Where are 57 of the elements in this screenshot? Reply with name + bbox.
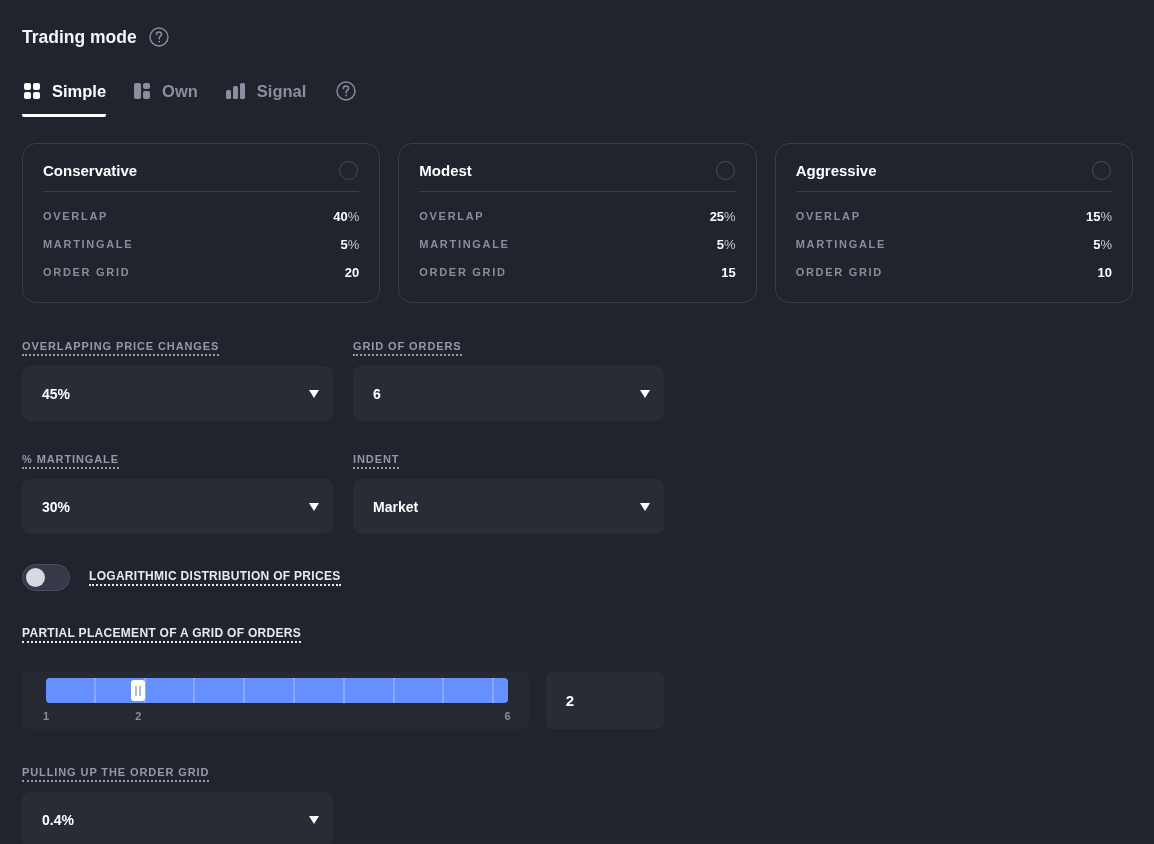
- field-label: % MARTINGALE: [22, 452, 119, 469]
- section-title: Trading mode: [22, 26, 137, 48]
- tab[interactable]: Signal: [223, 79, 307, 117]
- stat-label: MARTINGALE: [43, 238, 134, 250]
- stat-value: 10: [1097, 264, 1112, 280]
- caret-icon: [309, 815, 319, 824]
- caret-icon: [640, 389, 650, 398]
- layout-icon: [134, 83, 151, 99]
- preset-card[interactable]: Aggressive OVERLAP 15% MARTINGALE 5% ORDER GRID 10: [774, 143, 1133, 303]
- stat-label: ORDER GRID: [795, 266, 883, 278]
- preset-card[interactable]: Conservative OVERLAP 40% MARTINGALE 5% ORDER GRID 20: [22, 143, 381, 303]
- toggle-label: LOGARITHMIC DISTRIBUTION OF PRICES: [89, 569, 341, 586]
- tab[interactable]: Simple: [22, 79, 107, 117]
- stat-label: ORDER GRID: [43, 266, 131, 278]
- stat-value: 5%: [1093, 236, 1112, 252]
- stat-value: 5%: [716, 236, 736, 252]
- preset-title: Aggressive: [795, 161, 877, 179]
- preset-title: Modest: [419, 161, 472, 179]
- stat-value: 25%: [709, 208, 736, 224]
- preset-card[interactable]: Modest OVERLAP 25% MARTINGALE 5% ORDER GRID 15: [398, 143, 757, 303]
- stat-value: 5%: [340, 236, 360, 252]
- caret-icon: [309, 502, 319, 511]
- stat-label: MARTINGALE: [419, 238, 510, 250]
- help-icon[interactable]: [336, 81, 357, 101]
- dropdown[interactable]: Market: [353, 479, 664, 534]
- stat-label: OVERLAP: [419, 210, 485, 222]
- stat-label: MARTINGALE: [795, 238, 886, 250]
- stat-value: 40%: [333, 208, 360, 224]
- stat-label: OVERLAP: [795, 210, 861, 222]
- field-label: PULLING UP THE ORDER GRID: [22, 765, 210, 782]
- stat-value: 20: [344, 264, 360, 280]
- grid-icon: [24, 83, 40, 99]
- slider-track[interactable]: [46, 678, 508, 703]
- help-icon[interactable]: [148, 27, 169, 47]
- field-label: PARTIAL PLACEMENT OF A GRID OF ORDERS: [22, 626, 302, 643]
- toggle-switch[interactable]: [22, 564, 70, 591]
- number-field[interactable]: 2: [545, 672, 664, 729]
- tab[interactable]: Own: [132, 79, 198, 117]
- stat-label: OVERLAP: [43, 210, 109, 222]
- slider-label: 2: [135, 709, 142, 723]
- dropdown[interactable]: 30%: [22, 479, 333, 534]
- stat-value: 15: [721, 264, 736, 280]
- field-label: GRID OF ORDERS: [353, 339, 462, 356]
- preset-title: Conservative: [43, 161, 138, 179]
- field-label: INDENT: [353, 452, 400, 469]
- caret-icon: [640, 502, 650, 511]
- dropdown[interactable]: 45%: [22, 366, 333, 421]
- caret-icon: [309, 389, 319, 398]
- stat-value: 15%: [1085, 208, 1112, 224]
- bar-chart-icon: [225, 83, 245, 99]
- stat-label: ORDER GRID: [419, 266, 507, 278]
- slider-thumb[interactable]: [131, 680, 146, 701]
- dropdown[interactable]: 0.4%: [22, 792, 333, 844]
- slider-label: 1: [43, 709, 50, 723]
- slider-label: 6: [504, 709, 511, 723]
- dropdown[interactable]: 6: [353, 366, 664, 421]
- field-label: OVERLAPPING PRICE CHANGES: [22, 339, 220, 356]
